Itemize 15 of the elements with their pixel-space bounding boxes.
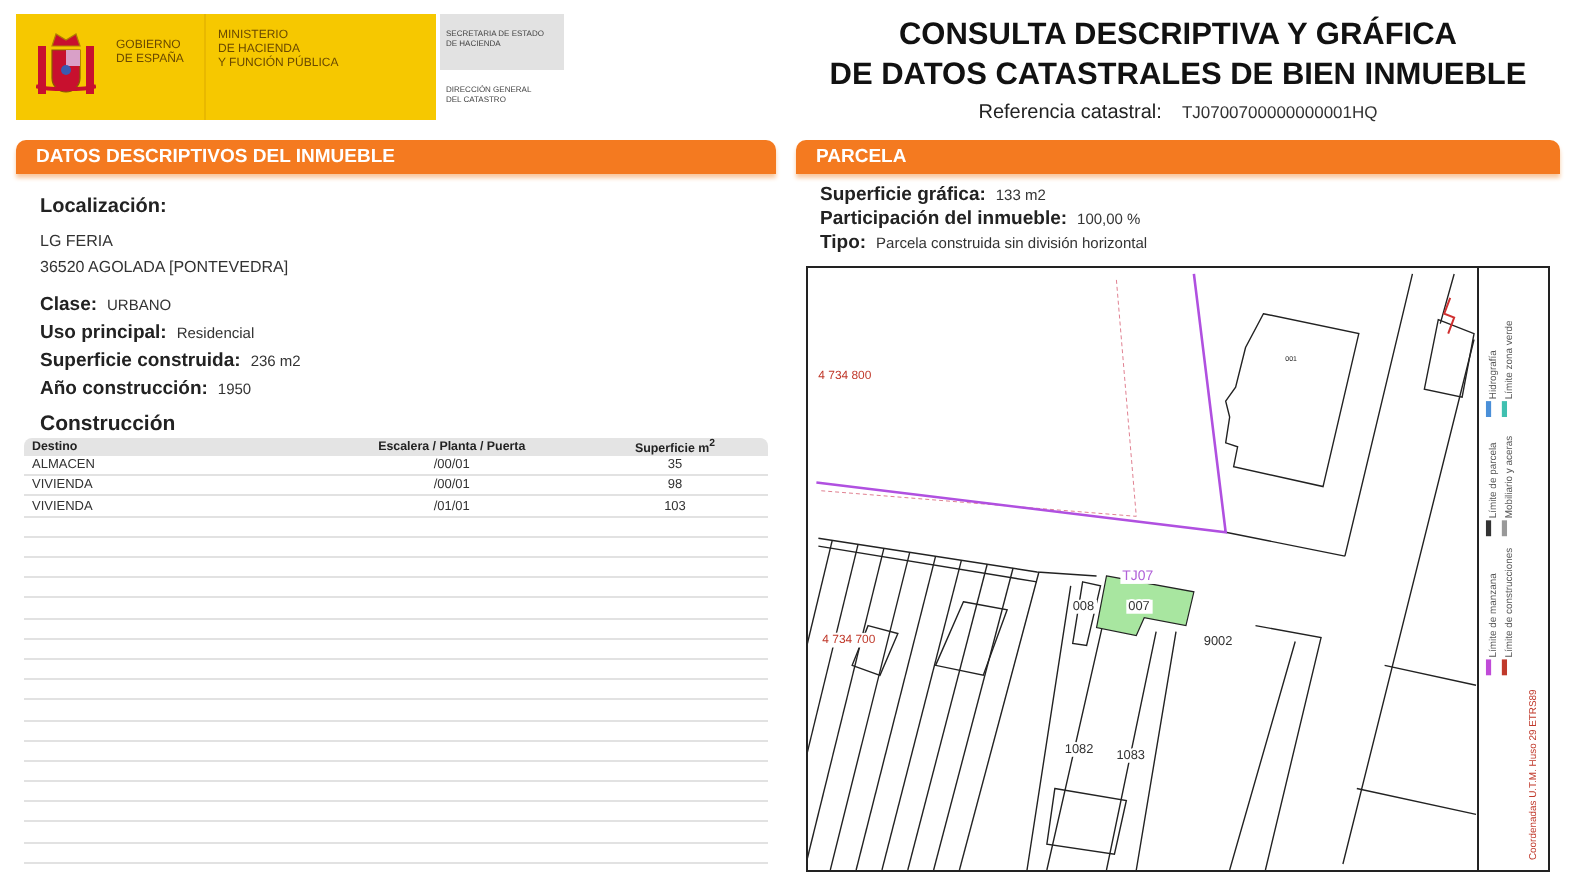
reference-label: Referencia catastral: (978, 102, 1162, 124)
section-header: DATOS DESCRIPTIVOS DEL INMUEBLE (16, 140, 776, 174)
reference-value: TJ0700700000000001HQ (1181, 102, 1378, 122)
section-header: PARCELA (796, 140, 1560, 174)
field-label: Superficie gráfica: (820, 184, 986, 206)
field-label: Uso principal: (40, 322, 167, 344)
document-title: CONSULTA DESCRIPTIVA Y GRÁFICA DE DATOS CATASTRALES DE BIEN INMUEBLE (829, 16, 1527, 96)
field-label: Participación del inmueble: (820, 208, 1068, 230)
field-label: Tipo: (820, 232, 867, 254)
field-label: Año construcción: (40, 378, 208, 400)
location-label: Localización: (40, 196, 169, 218)
field-label: Superficie construida: (40, 350, 241, 372)
address: LG FERIA 36520 AGOLADA [PONTEVEDRA] (40, 230, 291, 280)
field-label: Clase: (40, 294, 98, 316)
section-subtitle: Construcción (40, 412, 178, 436)
